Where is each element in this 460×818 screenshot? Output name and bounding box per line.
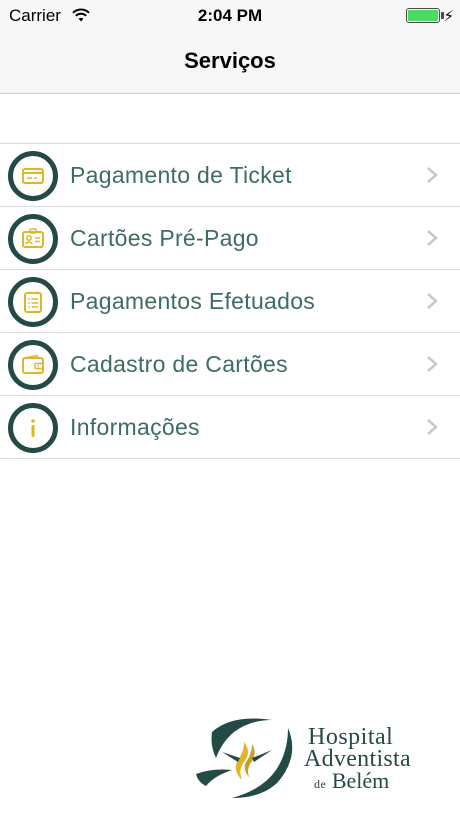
services-menu: Pagamento de Ticket Cartões Pré-Pago Pag… xyxy=(0,143,460,459)
chevron-right-icon xyxy=(427,167,438,183)
hospital-emblem-icon xyxy=(196,718,293,798)
menu-item-label: Cartões Pré-Pago xyxy=(70,225,259,251)
hospital-logo: Hospital Adventista de Belém xyxy=(192,710,452,802)
charging-bolt-icon: ⚡ xyxy=(443,8,454,25)
menu-item-pagamento-de-ticket[interactable]: Pagamento de Ticket xyxy=(0,144,460,207)
logo-text-city: Belém xyxy=(331,768,390,793)
id-card-icon xyxy=(8,214,58,264)
logo-text-belem: de Belém xyxy=(314,768,389,794)
receipt-list-icon xyxy=(8,277,58,327)
battery-level xyxy=(408,10,438,21)
chevron-right-icon xyxy=(427,356,438,372)
ticket-card-icon xyxy=(8,151,58,201)
menu-item-label: Pagamento de Ticket xyxy=(70,162,292,188)
menu-item-cartoes-pre-pago[interactable]: Cartões Pré-Pago xyxy=(0,207,460,270)
navigation-bar: Serviços xyxy=(0,32,460,94)
logo-text-de: de xyxy=(314,777,327,791)
info-icon xyxy=(8,403,58,453)
menu-item-pagamentos-efetuados[interactable]: Pagamentos Efetuados xyxy=(0,270,460,333)
chevron-right-icon xyxy=(427,293,438,309)
wallet-icon xyxy=(8,340,58,390)
menu-item-informacoes[interactable]: Informações xyxy=(0,396,460,459)
menu-item-label: Cadastro de Cartões xyxy=(70,351,288,377)
chevron-right-icon xyxy=(427,419,438,435)
clock: 2:04 PM xyxy=(197,6,263,25)
menu-item-label: Pagamentos Efetuados xyxy=(70,288,316,314)
menu-item-label: Informações xyxy=(70,414,200,440)
chevron-right-icon xyxy=(427,230,438,246)
page-title: Serviços xyxy=(184,48,276,73)
status-bar: Carrier 2:04 PM ⚡ xyxy=(0,0,460,32)
battery-icon xyxy=(406,8,440,23)
menu-item-cadastro-de-cartoes[interactable]: Cadastro de Cartões xyxy=(0,333,460,396)
